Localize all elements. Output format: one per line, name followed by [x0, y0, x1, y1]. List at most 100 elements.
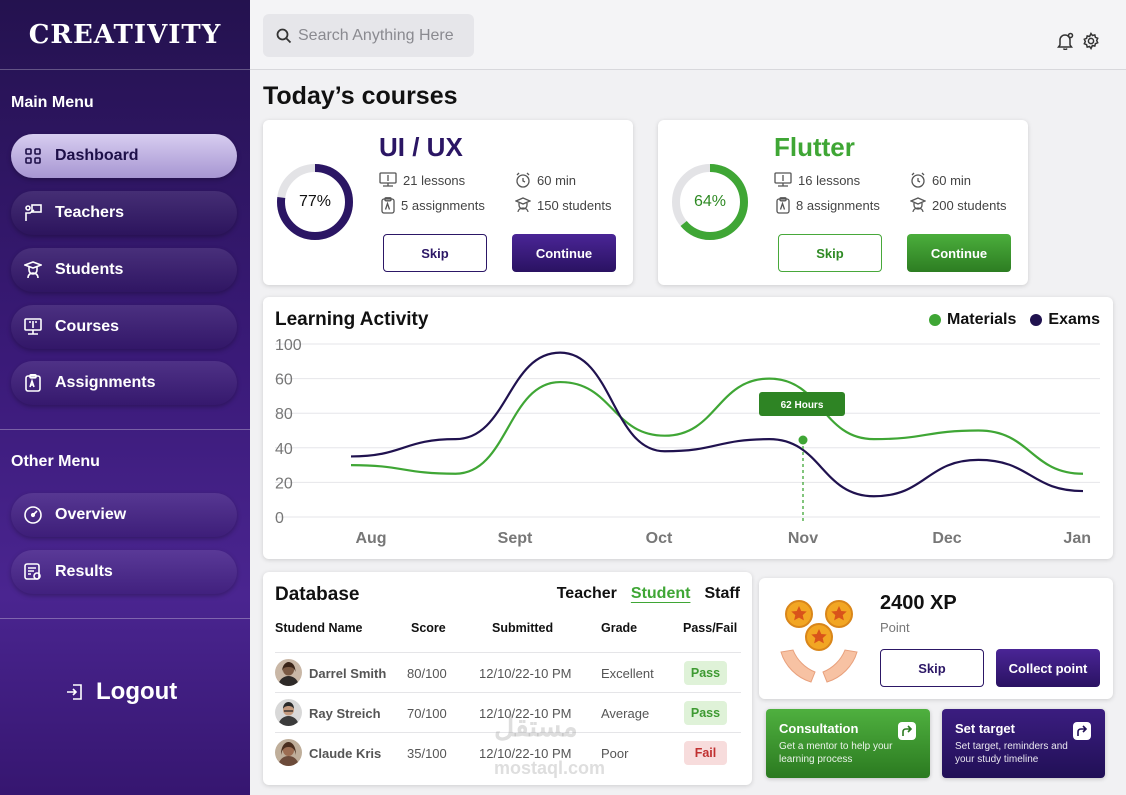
top-bar: Search Anything Here: [250, 0, 1126, 70]
avatar: [275, 659, 302, 686]
y-tick-label: 40: [275, 441, 293, 458]
tooltip-point[interactable]: [798, 435, 808, 445]
search-input[interactable]: Search Anything Here: [298, 27, 454, 45]
progress-percent: 64%: [693, 193, 727, 210]
tooltip-label: 62 Hours: [781, 400, 824, 411]
skip-button[interactable]: Skip: [778, 234, 882, 272]
submitted-date: 12/10/22-10 PM: [479, 666, 572, 681]
gauge-icon: [23, 505, 43, 525]
alarm-clock-icon: [910, 172, 926, 188]
logout-button[interactable]: Logout: [66, 678, 177, 706]
database-card: Database Teacher Student Staff Studend N…: [263, 572, 752, 785]
graduate-icon: [910, 197, 926, 213]
skip-button[interactable]: Skip: [383, 234, 487, 272]
column-header: Score: [411, 621, 446, 635]
logout-label: Logout: [96, 678, 178, 705]
other-menu-title: Other Menu: [11, 453, 100, 470]
gear-icon[interactable]: [1082, 32, 1100, 50]
grade: Excellent: [601, 666, 654, 681]
continue-button[interactable]: Continue: [512, 234, 616, 272]
bell-icon[interactable]: [1057, 32, 1074, 50]
y-tick-label: 0: [275, 510, 284, 527]
course-title: Flutter: [774, 132, 855, 162]
sidebar-item-dashboard[interactable]: Dashboard: [11, 134, 237, 178]
xp-skip-button[interactable]: Skip: [880, 649, 984, 687]
progress-ring: 77%: [275, 162, 355, 242]
sidebar-item-courses[interactable]: Courses: [11, 305, 237, 349]
graduate-icon: [515, 197, 531, 213]
duration: 60 min: [515, 172, 576, 188]
consultation-card[interactable]: Consultation Get a mentor to help your l…: [766, 709, 930, 778]
students-count: 200 students: [910, 197, 1006, 213]
student-name: Darrel Smith: [309, 666, 387, 681]
progress-percent: 77%: [298, 193, 332, 210]
y-tick-label: 60: [275, 372, 293, 389]
header-icons: [1057, 32, 1100, 50]
progress-ring: 64%: [670, 162, 750, 242]
sidebar-item-results[interactable]: Results: [11, 550, 237, 594]
duration: 60 min: [910, 172, 971, 188]
x-tick-label: Oct: [646, 530, 673, 547]
x-tick-label: Nov: [788, 530, 818, 547]
x-tick-label: Sept: [498, 530, 533, 547]
tab-teacher[interactable]: Teacher: [557, 585, 617, 603]
continue-button[interactable]: Continue: [907, 234, 1011, 272]
course-card-uiux: 77% UI / UX 21 lessons 60 min 5 assignme…: [263, 120, 633, 285]
tab-staff[interactable]: Staff: [704, 585, 740, 603]
sidebar-item-assignments[interactable]: Assignments: [11, 361, 237, 405]
monitor-book-icon: [774, 172, 792, 188]
lessons-count: 16 lessons: [774, 172, 860, 188]
set-target-card[interactable]: Set target Set target, reminders and you…: [942, 709, 1105, 778]
clipboard-icon: [776, 197, 790, 214]
lessons-count: 21 lessons: [379, 172, 465, 188]
sidebar-item-label: Assignments: [55, 374, 156, 391]
collect-point-button[interactable]: Collect point: [996, 649, 1100, 687]
x-tick-label: Dec: [932, 530, 961, 547]
watermark-arabic: مستقل: [494, 711, 578, 742]
database-tabs: Teacher Student Staff: [557, 585, 740, 603]
series-line-exams[interactable]: [350, 351, 1084, 498]
sidebar-item-label: Teachers: [55, 204, 125, 221]
search-icon: [276, 28, 292, 44]
student-name: Claude Kris: [309, 746, 382, 761]
sidebar-item-label: Students: [55, 261, 124, 278]
search-box[interactable]: Search Anything Here: [263, 14, 474, 57]
sidebar-item-label: Results: [55, 563, 113, 580]
grade: Poor: [601, 746, 629, 761]
share-arrow-icon: [898, 722, 916, 740]
avatar: [275, 739, 302, 766]
y-tick-label: 100: [275, 337, 302, 354]
alarm-clock-icon: [515, 172, 531, 188]
main-menu-title: Main Menu: [11, 94, 94, 111]
status-badge: Pass: [684, 701, 727, 725]
consultation-title: Consultation: [779, 721, 859, 736]
y-tick-label: 20: [275, 475, 293, 492]
grid-icon: [23, 146, 43, 166]
course-card-flutter: 64% Flutter 16 lessons 60 min 8 assignme…: [658, 120, 1028, 285]
x-tick-label: Aug: [355, 530, 386, 547]
logout-icon: [66, 683, 84, 701]
database-title: Database: [275, 584, 360, 605]
results-icon: [23, 562, 43, 582]
sidebar-item-overview[interactable]: Overview: [11, 493, 237, 537]
sidebar-item-teachers[interactable]: Teachers: [11, 191, 237, 235]
column-header: Submitted: [492, 621, 554, 635]
monitor-book-icon: [379, 172, 397, 188]
xp-label: Point: [880, 620, 910, 635]
xp-value: 2400 XP: [880, 592, 957, 614]
course-title: UI / UX: [379, 132, 463, 162]
learning-activity-card: Learning Activity Materials Exams 100 60 8…: [263, 297, 1113, 559]
table-row[interactable]: Darrel Smith 80/100 12/10/22-10 PM Excel…: [275, 652, 741, 692]
teacher-board-icon: [23, 203, 43, 223]
app-logo: CREATIVITY: [0, 0, 250, 70]
sidebar-item-students[interactable]: Students: [11, 248, 237, 292]
tab-student[interactable]: Student: [631, 585, 691, 603]
sidebar-item-label: Dashboard: [55, 147, 139, 164]
coins-hands-icon: [777, 592, 861, 688]
student-score: 35/100: [407, 746, 447, 761]
share-arrow-icon: [1073, 722, 1091, 740]
y-tick-label: 80: [275, 406, 293, 423]
consultation-desc: Get a mentor to help your learning proce…: [779, 741, 893, 765]
watermark-latin: mostaql.com: [494, 758, 606, 778]
xp-card: 2400 XP Point Skip Collect point: [759, 578, 1113, 699]
